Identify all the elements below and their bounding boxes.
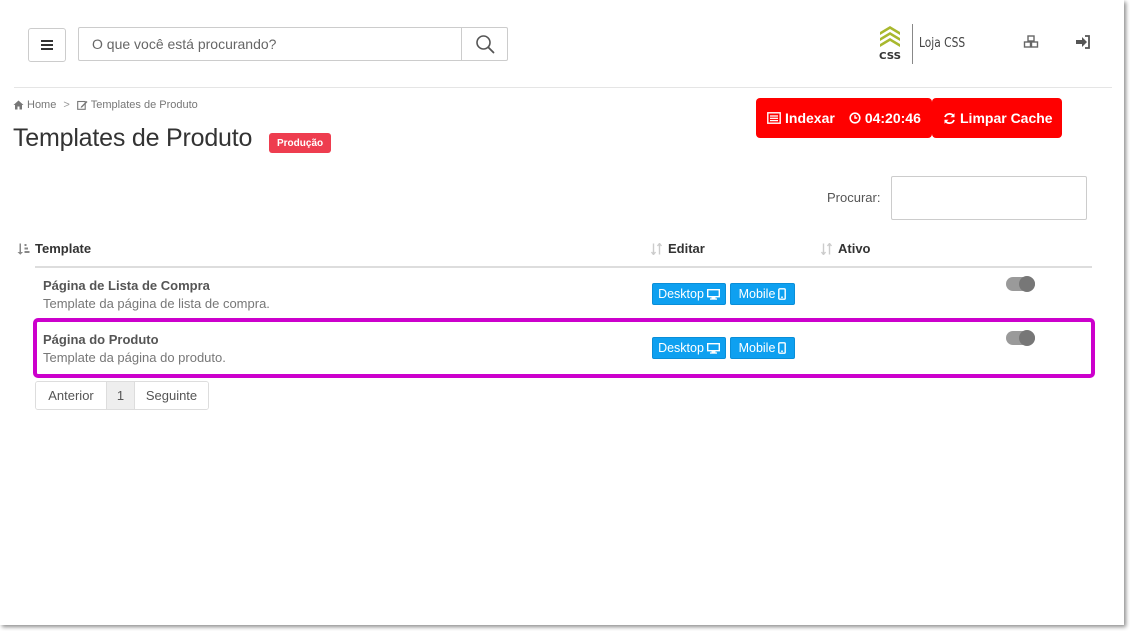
app-window: CSS Loja CSS Home > Templates de Produto… <box>0 0 1124 625</box>
search-bar <box>78 27 508 61</box>
sort-icon <box>821 242 833 255</box>
breadcrumb-separator: > <box>63 99 70 111</box>
logo-divider <box>912 24 913 64</box>
store-logo[interactable]: CSS <box>878 24 902 62</box>
row-title: Página de Lista de Compra <box>43 278 210 293</box>
sort-icon <box>17 243 30 255</box>
edit-desktop-label: Desktop <box>658 287 704 301</box>
column-header-active-label: Ativo <box>838 241 871 256</box>
logo-text: CSS <box>879 51 901 62</box>
cubes-icon[interactable] <box>1023 35 1041 51</box>
column-header-edit-label: Editar <box>668 241 705 256</box>
edit-desktop-button[interactable]: Desktop <box>652 283 726 305</box>
column-header-edit[interactable]: Editar <box>651 241 705 256</box>
column-header-template[interactable]: Template <box>17 241 91 256</box>
desktop-icon <box>706 288 720 300</box>
sign-in-icon[interactable] <box>1075 35 1093 51</box>
breadcrumb: Home > Templates de Produto <box>13 99 198 111</box>
pagination-next[interactable]: Seguinte <box>135 382 208 409</box>
store-name: Loja CSS <box>919 36 966 51</box>
column-header-template-label: Template <box>35 241 92 256</box>
pagination-prev[interactable]: Anterior <box>36 382 107 409</box>
pagination: Anterior 1 Seguinte <box>35 381 209 410</box>
active-toggle[interactable] <box>1006 276 1035 292</box>
refresh-icon <box>944 112 955 124</box>
menu-icon <box>41 40 53 50</box>
search-input[interactable] <box>79 28 463 60</box>
sort-icon <box>651 242 663 255</box>
filter-label: Procurar: <box>827 190 881 205</box>
clear-cache-button[interactable]: Limpar Cache <box>932 98 1062 138</box>
mobile-icon <box>778 288 787 300</box>
index-label: Indexar <box>785 110 835 126</box>
filter-input[interactable] <box>891 176 1087 220</box>
clear-cache-label: Limpar Cache <box>960 110 1053 126</box>
index-button[interactable]: Indexar 04:20:46 <box>756 98 932 138</box>
index-timer: 04:20:46 <box>849 110 921 126</box>
page-title: Templates de Produto <box>13 124 253 152</box>
edit-icon <box>76 100 88 110</box>
edit-mobile-label: Mobile <box>738 287 776 301</box>
search-button[interactable] <box>461 28 507 60</box>
header-divider <box>14 87 1112 88</box>
list-icon <box>767 112 781 124</box>
edit-mobile-button[interactable]: Mobile <box>730 283 795 305</box>
environment-badge: Produção <box>269 133 332 153</box>
highlight-annotation <box>33 318 1095 378</box>
table-header-divider <box>35 266 1092 268</box>
clock-icon <box>849 112 861 124</box>
breadcrumb-home[interactable]: Home <box>27 99 56 111</box>
search-icon <box>475 35 494 54</box>
menu-button[interactable] <box>28 28 66 62</box>
pagination-page[interactable]: 1 <box>107 382 135 409</box>
home-icon <box>13 100 24 110</box>
breadcrumb-current: Templates de Produto <box>90 99 198 111</box>
timer-value: 04:20:46 <box>864 110 921 126</box>
row-description: Template da página de lista de compra. <box>43 296 270 311</box>
column-header-active[interactable]: Ativo <box>821 241 871 256</box>
